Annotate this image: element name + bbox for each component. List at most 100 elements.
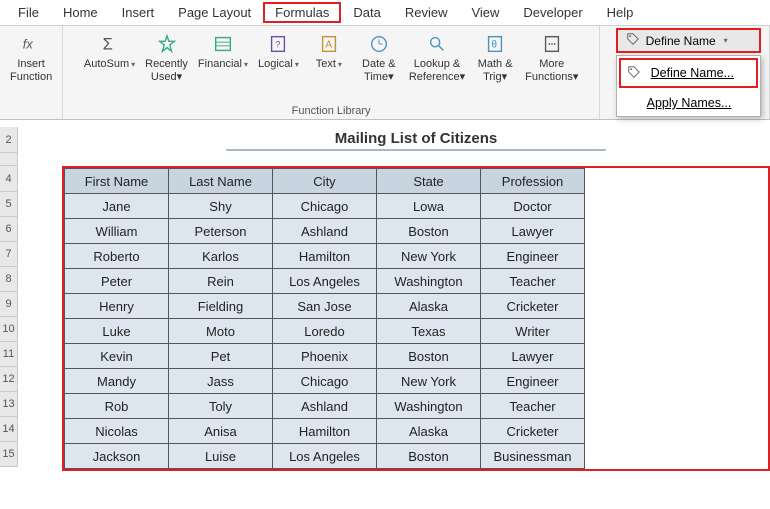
cell[interactable]: Lawyer	[481, 344, 585, 369]
tab-developer[interactable]: Developer	[511, 2, 594, 23]
cell[interactable]: Alaska	[377, 419, 481, 444]
column-header[interactable]: Profession	[481, 169, 585, 194]
tab-file[interactable]: File	[6, 2, 51, 23]
cell[interactable]: Doctor	[481, 194, 585, 219]
row-header[interactable]: 2	[0, 127, 18, 153]
column-header[interactable]: State	[377, 169, 481, 194]
cell[interactable]: Ashland	[273, 219, 377, 244]
cell[interactable]: Peter	[65, 269, 169, 294]
cell[interactable]: Peterson	[169, 219, 273, 244]
chevron-down-icon: ▾	[131, 60, 135, 69]
tab-page-layout[interactable]: Page Layout	[166, 2, 263, 23]
recently-used-button[interactable]: RecentlyUsed▾	[141, 30, 192, 86]
cell[interactable]: Cricketer	[481, 419, 585, 444]
cell[interactable]: Alaska	[377, 294, 481, 319]
text-button[interactable]: A Text▾	[305, 30, 353, 73]
column-header[interactable]: Last Name	[169, 169, 273, 194]
row-header[interactable]: 14	[0, 417, 18, 442]
define-name-button[interactable]: Define Name ▾	[616, 28, 761, 53]
row-header[interactable]: 8	[0, 267, 18, 292]
cell[interactable]: Rein	[169, 269, 273, 294]
cell[interactable]: San Jose	[273, 294, 377, 319]
cell[interactable]: Rob	[65, 394, 169, 419]
cell[interactable]: Kevin	[65, 344, 169, 369]
row-header[interactable]: 4	[0, 166, 18, 192]
cell[interactable]: Hamilton	[273, 419, 377, 444]
cell[interactable]: New York	[377, 369, 481, 394]
cell[interactable]: Los Angeles	[273, 269, 377, 294]
text-icon: A	[317, 32, 341, 56]
math-trig-button[interactable]: θ Math &Trig▾	[471, 30, 519, 86]
column-header[interactable]: First Name	[65, 169, 169, 194]
tab-data[interactable]: Data	[341, 2, 392, 23]
cell[interactable]: Fielding	[169, 294, 273, 319]
tab-home[interactable]: Home	[51, 2, 110, 23]
cell[interactable]: Teacher	[481, 269, 585, 294]
cell[interactable]: Roberto	[65, 244, 169, 269]
cell[interactable]: Texas	[377, 319, 481, 344]
cell[interactable]: Phoenix	[273, 344, 377, 369]
apply-names-menu-item[interactable]: Apply Names...	[617, 90, 760, 116]
cell[interactable]: William	[65, 219, 169, 244]
cell[interactable]: Loredo	[273, 319, 377, 344]
row-header[interactable]: 13	[0, 392, 18, 417]
column-header[interactable]: City	[273, 169, 377, 194]
cell[interactable]: Jane	[65, 194, 169, 219]
lookup-reference-button[interactable]: Lookup &Reference▾	[405, 30, 469, 86]
cell[interactable]: Mandy	[65, 369, 169, 394]
cell[interactable]: Chicago	[273, 369, 377, 394]
tab-help[interactable]: Help	[595, 2, 646, 23]
row-header[interactable]	[0, 153, 18, 166]
row-header[interactable]: 9	[0, 292, 18, 317]
cell[interactable]: Anisa	[169, 419, 273, 444]
row-header[interactable]: 7	[0, 242, 18, 267]
row-header[interactable]: 5	[0, 192, 18, 217]
cell[interactable]: Henry	[65, 294, 169, 319]
cell[interactable]: Boston	[377, 219, 481, 244]
cell[interactable]: Businessman	[481, 444, 585, 469]
cell[interactable]: Luke	[65, 319, 169, 344]
cell[interactable]: New York	[377, 244, 481, 269]
cell[interactable]: Writer	[481, 319, 585, 344]
cell[interactable]: Shy	[169, 194, 273, 219]
more-functions-button[interactable]: MoreFunctions▾	[521, 30, 582, 86]
cell[interactable]: Nicolas	[65, 419, 169, 444]
cell[interactable]: Engineer	[481, 244, 585, 269]
cell[interactable]: Toly	[169, 394, 273, 419]
cell[interactable]: Teacher	[481, 394, 585, 419]
cell[interactable]: Washington	[377, 394, 481, 419]
data-table-selection[interactable]: First NameLast NameCityStateProfession J…	[62, 166, 770, 471]
cell[interactable]: Karlos	[169, 244, 273, 269]
cell[interactable]: Lowa	[377, 194, 481, 219]
cell[interactable]: Los Angeles	[273, 444, 377, 469]
autosum-button[interactable]: Σ AutoSum▾	[80, 30, 139, 73]
cell[interactable]: Cricketer	[481, 294, 585, 319]
cell[interactable]: Jass	[169, 369, 273, 394]
cell[interactable]: Pet	[169, 344, 273, 369]
cell[interactable]: Washington	[377, 269, 481, 294]
cell[interactable]: Hamilton	[273, 244, 377, 269]
cell[interactable]: Lawyer	[481, 219, 585, 244]
row-header[interactable]: 15	[0, 442, 18, 467]
cell[interactable]: Boston	[377, 344, 481, 369]
financial-button[interactable]: Financial▾	[194, 30, 252, 73]
tab-review[interactable]: Review	[393, 2, 460, 23]
row-header[interactable]: 11	[0, 342, 18, 367]
tab-view[interactable]: View	[459, 2, 511, 23]
date-time-button[interactable]: Date &Time▾	[355, 30, 403, 86]
cell[interactable]: Moto	[169, 319, 273, 344]
cell[interactable]: Jackson	[65, 444, 169, 469]
define-name-menu-item[interactable]: Define Name...	[619, 58, 758, 88]
cell[interactable]: Ashland	[273, 394, 377, 419]
insert-function-button[interactable]: fx InsertFunction	[6, 30, 56, 86]
logical-button[interactable]: ? Logical▾	[254, 30, 303, 73]
tab-formulas[interactable]: Formulas	[263, 2, 341, 23]
cell[interactable]: Luise	[169, 444, 273, 469]
cell[interactable]: Chicago	[273, 194, 377, 219]
row-header[interactable]: 12	[0, 367, 18, 392]
cell[interactable]: Engineer	[481, 369, 585, 394]
row-header[interactable]: 6	[0, 217, 18, 242]
tab-insert[interactable]: Insert	[110, 2, 167, 23]
row-header[interactable]: 10	[0, 317, 18, 342]
cell[interactable]: Boston	[377, 444, 481, 469]
